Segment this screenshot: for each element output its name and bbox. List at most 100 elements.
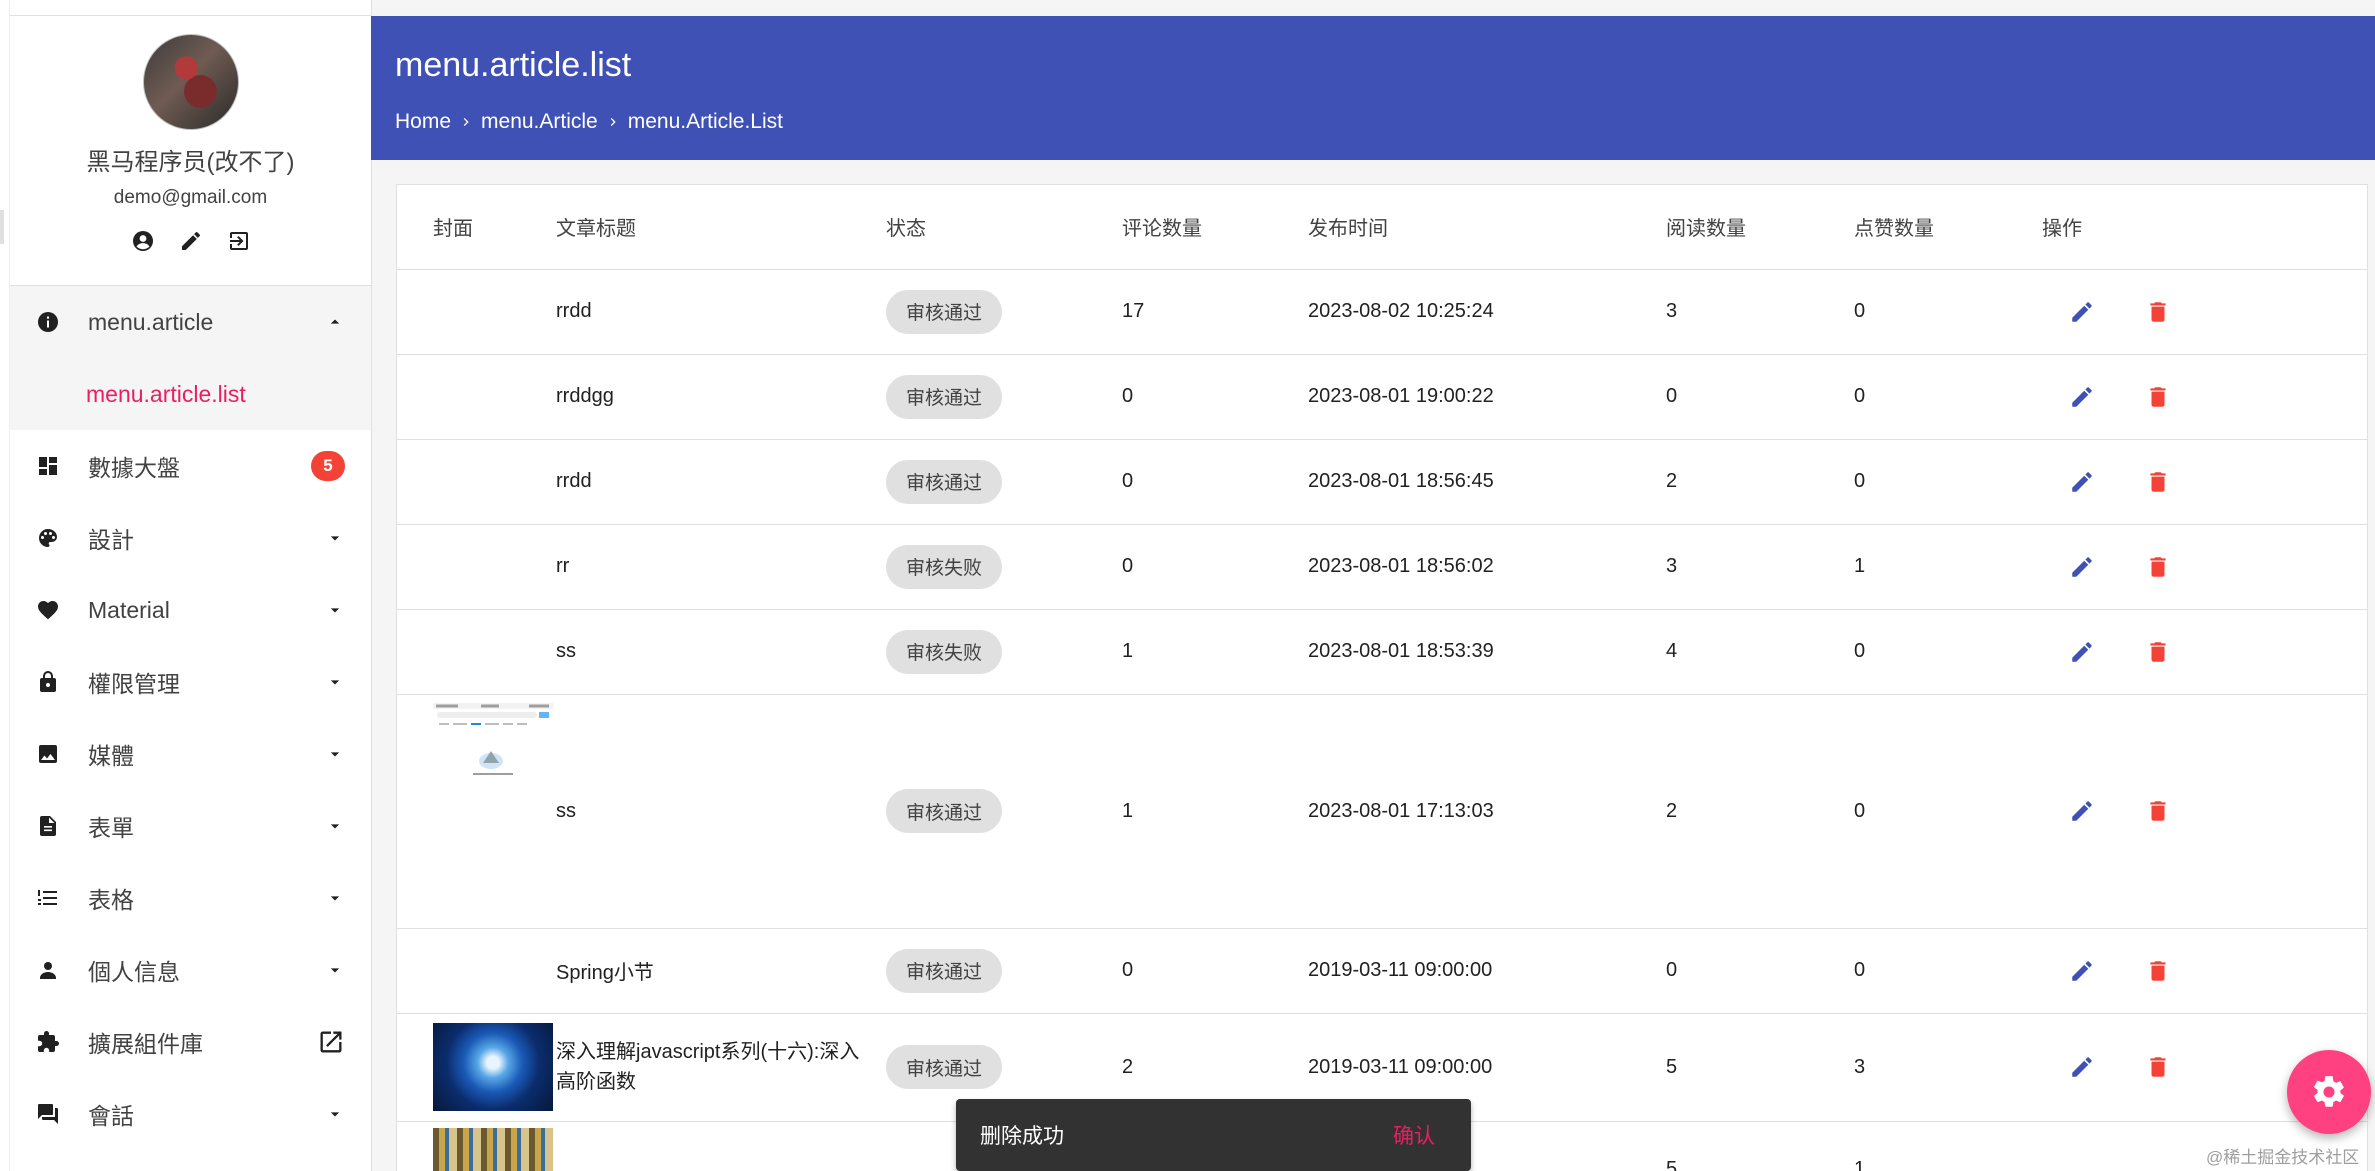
cover-thumbnail[interactable] — [433, 702, 553, 783]
settings-fab[interactable] — [2287, 1050, 2371, 1134]
pencil-icon[interactable] — [177, 227, 205, 255]
pencil-icon — [2072, 386, 2092, 407]
snackbar: 删除成功 确认 — [956, 1099, 1471, 1171]
breadcrumb-article-list: menu.Article.List — [627, 110, 783, 133]
cell-likes: 0 — [1854, 694, 2042, 929]
edit-button[interactable] — [2058, 373, 2106, 421]
cover-cell — [397, 1013, 556, 1122]
edit-button[interactable] — [2058, 787, 2106, 835]
cover-thumbnail[interactable] — [433, 1127, 553, 1171]
cell-likes: 0 — [1854, 354, 2042, 440]
sidebar-item-extensions[interactable]: 擴展組件庫 — [10, 1006, 371, 1078]
heart-icon — [34, 596, 62, 624]
edge-tick — [0, 210, 4, 244]
breadcrumb-article[interactable]: menu.Article — [481, 110, 598, 134]
sidebar-item-profile[interactable]: 個人信息 — [10, 934, 371, 1006]
sidebar-item-permissions[interactable]: 權限管理 — [10, 646, 371, 718]
edit-button[interactable] — [2058, 458, 2106, 506]
edit-button[interactable] — [2058, 947, 2106, 995]
sidebar-item-forms[interactable]: 表單 — [10, 790, 371, 862]
cell-reads: 2 — [1666, 439, 1854, 525]
sidebar-item-material[interactable]: Material — [10, 574, 371, 646]
pencil-icon — [2072, 641, 2092, 662]
sidebar-item-label: 會話 — [88, 1103, 134, 1129]
cell-likes: 1 — [1854, 524, 2042, 610]
cell-status: 审核通过 — [886, 269, 1122, 355]
cell-actions — [2042, 269, 2367, 355]
trash-icon — [2149, 960, 2166, 981]
cell-status: 审核通过 — [886, 928, 1122, 1014]
status-chip: 审核通过 — [886, 289, 1003, 334]
sidebar-item-chat[interactable]: 會話 — [10, 1078, 371, 1150]
cell-reads: 3 — [1666, 269, 1854, 355]
cell-status: 审核通过 — [886, 694, 1122, 929]
cell-likes: 3 — [1854, 1013, 2042, 1122]
lock-icon — [34, 668, 62, 696]
snackbar-confirm-button[interactable]: 确认 — [1393, 1120, 1435, 1150]
logout-icon[interactable] — [225, 227, 253, 255]
cell-title: rrdd — [556, 439, 886, 525]
sidebar-menu: menu.article menu.article.list 數據大盤 5 設計 — [10, 286, 371, 1150]
cover-cell — [397, 269, 556, 355]
cell-title: rrddgg — [556, 354, 886, 440]
snackbar-message: 删除成功 — [980, 1125, 1064, 1148]
sidebar-item-design[interactable]: 設計 — [10, 502, 371, 574]
status-chip: 审核失败 — [886, 544, 1003, 589]
edit-button[interactable] — [2058, 543, 2106, 591]
avatar[interactable] — [142, 34, 239, 130]
sidebar-item-menu-article[interactable]: menu.article — [10, 286, 371, 358]
column-header-actions: 操作 — [2042, 185, 2367, 270]
delete-button[interactable] — [2134, 458, 2182, 506]
trash-icon — [2149, 1057, 2166, 1077]
delete-button[interactable] — [2134, 628, 2182, 676]
delete-button[interactable] — [2134, 787, 2182, 835]
chevron-down-icon — [325, 960, 345, 980]
cover-thumbnail[interactable] — [433, 1023, 553, 1111]
page-header: menu.article.list Home menu.Article menu… — [371, 16, 2375, 160]
sidebar-top-line — [10, 0, 371, 16]
column-header-likes: 点赞数量 — [1854, 185, 2042, 270]
watermark: @稀土掘金技术社区 — [2206, 1148, 2360, 1167]
delete-button[interactable] — [2134, 947, 2182, 995]
delete-button[interactable] — [2134, 288, 2182, 336]
document-icon — [34, 812, 62, 840]
cell-likes: 1 — [1854, 1121, 2042, 1171]
chevron-down-icon — [325, 1104, 345, 1124]
delete-button[interactable] — [2134, 373, 2182, 421]
cell-reads: 3 — [1666, 524, 1854, 610]
sidebar-subitem-article-list[interactable]: menu.article.list — [10, 358, 371, 430]
column-header-publish-time: 发布时间 — [1308, 185, 1666, 270]
left-edge-strip — [0, 0, 10, 1171]
sidebar-item-tables[interactable]: 表格 — [10, 862, 371, 934]
chevron-down-icon — [325, 888, 345, 908]
notification-badge: 5 — [311, 451, 345, 481]
table-row: Spring小节 审核通过 0 2019-03-11 09:00:00 0 0 — [397, 928, 2367, 1014]
cell-time: 2023-08-01 18:53:39 — [1308, 609, 1666, 695]
table-row: ss 审核通过 1 2023-08-01 17:13:03 2 0 — [397, 694, 2367, 929]
sidebar-item-label: 個人信息 — [88, 959, 180, 985]
profile-email: demo@gmail.com — [113, 187, 268, 208]
edit-button[interactable] — [2058, 628, 2106, 676]
delete-button[interactable] — [2134, 543, 2182, 591]
breadcrumb-home[interactable]: Home — [395, 110, 451, 134]
cell-reads: 0 — [1666, 354, 1854, 440]
cell-time: 2023-08-02 10:25:24 — [1308, 269, 1666, 355]
sidebar: 黑马程序员(改不了) demo@gmail.com menu.article m… — [10, 0, 372, 1171]
person-icon — [34, 956, 62, 984]
sidebar-item-dashboard[interactable]: 數據大盤 5 — [10, 430, 371, 502]
sidebar-item-media[interactable]: 媒體 — [10, 718, 371, 790]
cell-time: 2023-08-01 17:13:03 — [1308, 694, 1666, 929]
chevron-down-icon — [325, 744, 345, 764]
cell-actions — [2042, 694, 2367, 929]
cell-comments: 1 — [1122, 609, 1308, 695]
chevron-right-icon — [604, 113, 622, 131]
cell-likes: 0 — [1854, 928, 2042, 1014]
cell-reads: 5 — [1666, 1013, 1854, 1122]
account-circle-icon[interactable] — [129, 227, 157, 255]
edit-button[interactable] — [2058, 288, 2106, 336]
column-header-title: 文章标题 — [556, 185, 886, 270]
edit-button[interactable] — [2058, 1043, 2106, 1091]
sidebar-item-label: 媒體 — [88, 743, 134, 769]
delete-button[interactable] — [2134, 1043, 2182, 1091]
cell-likes: 0 — [1854, 269, 2042, 355]
